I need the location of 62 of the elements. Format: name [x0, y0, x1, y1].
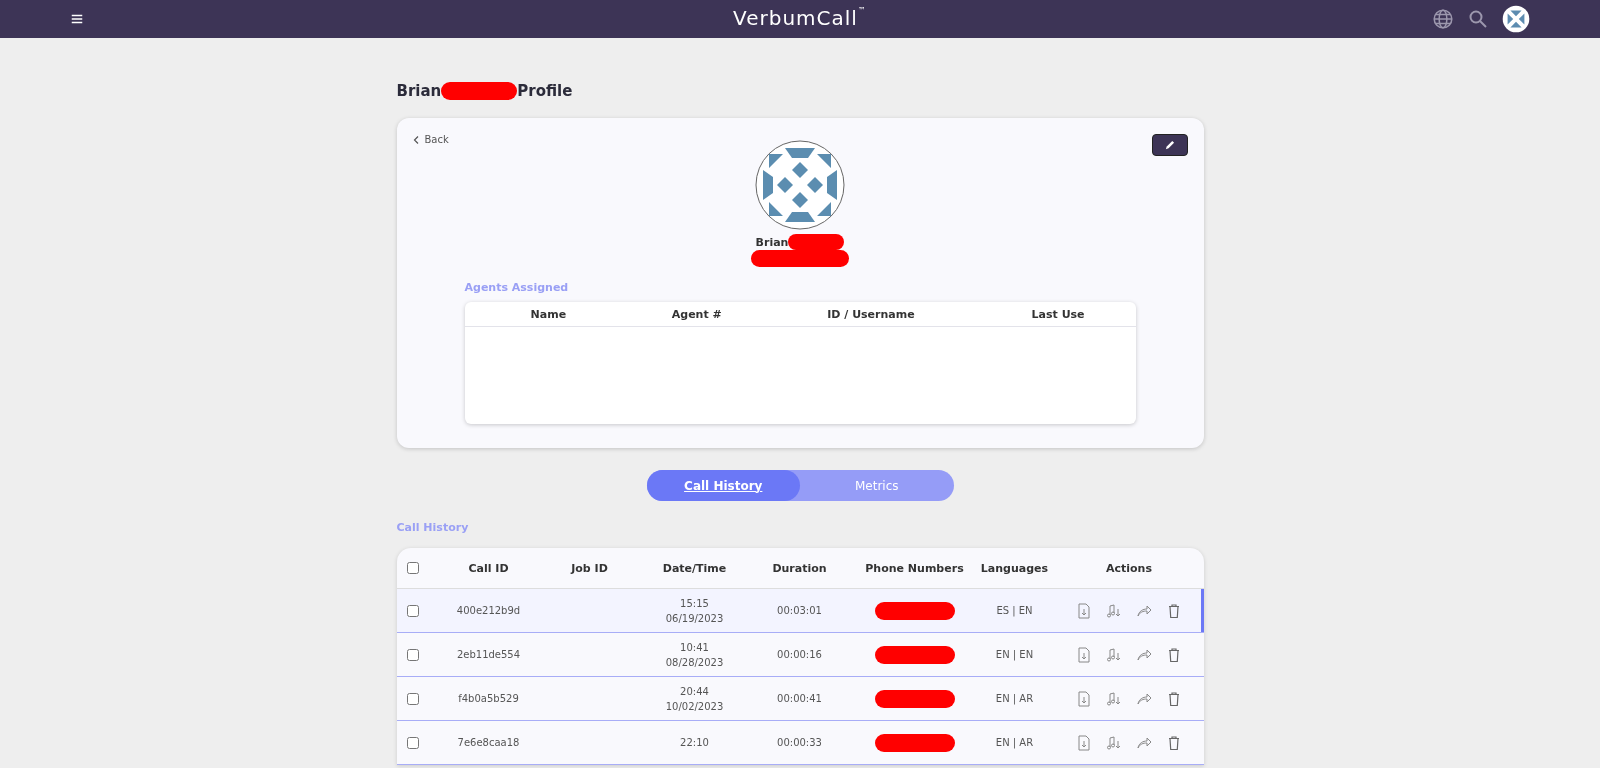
duration-cell-text: 00:03:01: [776, 604, 823, 618]
row-checkbox[interactable]: [406, 736, 419, 749]
languages-header: Languages: [979, 561, 1050, 575]
call-id-cell-text: 7e6e8caa18: [456, 736, 521, 750]
table-row[interactable]: f4b0a5b529 20:44 10/02/2023 00:00:41 EN | AR: [396, 677, 1204, 721]
table-row[interactable]: 2eb11de554 10:41 08/28/2023 00:00:16 EN | EN: [396, 633, 1204, 677]
app-logo: VerbumCall™: [733, 6, 867, 30]
music-download-icon[interactable]: [1106, 734, 1122, 751]
job-id-header: Job ID: [569, 561, 609, 575]
call-id-cell-text: f4b0a5b529: [457, 692, 520, 706]
languages-cell-text: EN | AR: [994, 692, 1035, 706]
column-header: Last Use: [1030, 307, 1086, 321]
row-checkbox[interactable]: [406, 648, 419, 661]
section-title: Agents Assigned: [464, 281, 570, 294]
file-download-icon[interactable]: [1076, 734, 1092, 751]
languages-cell-text: EN | EN: [994, 648, 1035, 662]
duration-header: Duration: [771, 561, 828, 575]
section-title: Call History: [396, 521, 470, 534]
call-id-cell-text: 400e212b9d: [455, 604, 522, 618]
music-download-icon[interactable]: [1106, 690, 1122, 707]
search-icon[interactable]: [1468, 9, 1488, 29]
row-checkbox[interactable]: [406, 692, 419, 705]
profile-name: Brian: [755, 235, 789, 249]
file-download-icon[interactable]: [1076, 602, 1092, 619]
column-header: Name: [529, 307, 568, 321]
date-time-cell-text: 22:10: [679, 736, 710, 750]
table-row[interactable]: 400e212b9d 15:15 06/19/2023 00:03:01 ES | EN: [396, 589, 1204, 633]
date-time-cell-text: 20:44 10/02/2023: [664, 684, 725, 714]
duration-cell-text: 00:00:33: [776, 736, 823, 750]
pencil-icon: [1164, 139, 1175, 151]
duration-cell-text: 00:00:41: [776, 692, 823, 706]
profile-title-suffix: Profile: [517, 82, 573, 100]
languages-cell-text: EN | AR: [994, 736, 1035, 750]
select-all-checkbox[interactable]: [406, 562, 419, 574]
music-download-icon[interactable]: [1106, 602, 1122, 619]
column-header: Agent #: [670, 307, 723, 321]
file-download-icon[interactable]: [1076, 690, 1092, 707]
trash-icon[interactable]: [1166, 690, 1182, 707]
date-time-cell-text: 15:15 06/19/2023: [664, 596, 725, 626]
globe-icon[interactable]: [1432, 8, 1454, 30]
column-header: ID / Username: [826, 307, 916, 321]
trash-icon[interactable]: [1166, 602, 1182, 619]
trash-icon[interactable]: [1166, 646, 1182, 663]
tab[interactable]: Call History: [646, 470, 800, 501]
call-id-header: Call ID: [467, 561, 510, 575]
trash-icon[interactable]: [1166, 734, 1182, 751]
edit-button[interactable]: [1151, 134, 1188, 156]
date-time-cell-text: 10:41 08/28/2023: [664, 640, 725, 670]
languages-cell-text: ES | EN: [995, 604, 1034, 618]
back-link[interactable]: Back: [412, 134, 449, 145]
phone-numbers-header: Phone Numbers: [864, 561, 965, 575]
duration-cell-text: 00:00:16: [776, 648, 823, 662]
actions-header: Actions: [1105, 561, 1153, 575]
call-id-cell-text: 2eb11de554: [455, 648, 522, 662]
table-row[interactable]: 7e6e8caa18 22:10 00:00:33 EN | AR: [396, 721, 1204, 765]
file-download-icon[interactable]: [1076, 646, 1092, 663]
profile-title-first: Brian: [396, 82, 442, 100]
row-checkbox[interactable]: [406, 604, 419, 617]
music-download-icon[interactable]: [1106, 646, 1122, 663]
chevron-left-icon: [412, 135, 419, 144]
avatar-icon[interactable]: [1502, 5, 1530, 33]
date-time-header: Date/Time: [661, 561, 728, 575]
